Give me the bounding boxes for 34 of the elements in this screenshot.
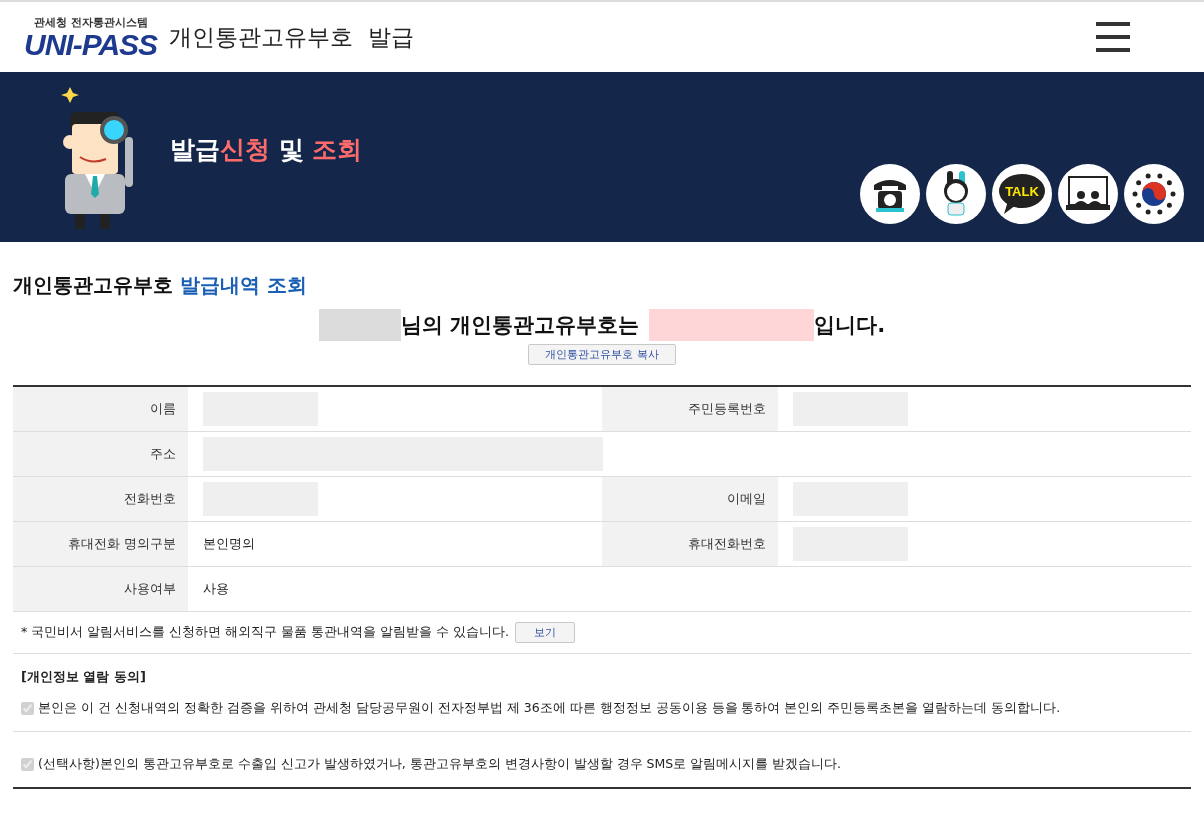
quick-link-button[interactable]: [1058, 164, 1118, 224]
banner-title-part: 발급: [170, 134, 220, 164]
result-text-end: 입니다.: [814, 312, 886, 339]
consent-text: 본인은 이 건 신청내역의 정확한 검증을 위하여 관세청 담당공무원이 전자정부법 제 36조에 따른 행정정보 공동이용 등을 통하여 본인의 주민등록초본을 열람하는데 동의합니다.: [38, 700, 1061, 717]
notice-text: * 국민비서 알림서비스를 신청하면 해외직구 물품 통관내역을 알림받을 수 있습니다.: [21, 624, 509, 641]
page-title: 개인통관고유부호 발급: [169, 22, 414, 52]
field-label: 사용여부: [13, 567, 188, 611]
field-label: 주소: [13, 432, 188, 476]
banner-title-part: 조회: [312, 134, 363, 164]
quick-link-button[interactable]: [1124, 164, 1184, 224]
field-label: 이메일: [602, 477, 778, 521]
consent-title: [개인정보 열람 동의]: [20, 668, 147, 686]
banner-title-part: 신청: [220, 134, 270, 164]
banner-title-part: 및: [277, 134, 305, 164]
quick-link-button[interactable]: [926, 164, 986, 224]
quick-link-button[interactable]: [860, 164, 920, 224]
field-label: 전화번호: [13, 477, 188, 521]
consent-text: (선택사항)본인의 통관고유부호로 수출입 신고가 발생하였거나, 통관고유부호의 변경사항이 발생할 경우 SMS로 알림메시지를 받겠습니다.: [38, 756, 842, 773]
result-text: 님의 개인통관고유부호는: [400, 312, 640, 339]
field-value: 본인명의: [203, 535, 255, 553]
copy-button[interactable]: 개인통관고유부호 복사: [528, 344, 676, 365]
field-label: 휴대전화번호: [602, 522, 778, 566]
menu-icon[interactable]: [1096, 22, 1130, 52]
field-label: 이름: [13, 387, 188, 431]
logo-caption: 관세청 전자통관시스템: [34, 14, 149, 30]
logo[interactable]: UNI-PASS: [24, 29, 158, 60]
section-title: 개인통관고유부호 발급내역 조회: [13, 272, 308, 299]
field-value: 사용: [203, 580, 229, 598]
government-emblem-icon: [1131, 171, 1177, 217]
video-call-icon: [1066, 176, 1110, 212]
field-label: 휴대전화 명의구분: [13, 522, 188, 566]
quick-link-button[interactable]: TALK: [992, 164, 1052, 224]
field-label: 주민등록번호: [602, 387, 778, 431]
view-button[interactable]: 보기: [515, 622, 575, 643]
